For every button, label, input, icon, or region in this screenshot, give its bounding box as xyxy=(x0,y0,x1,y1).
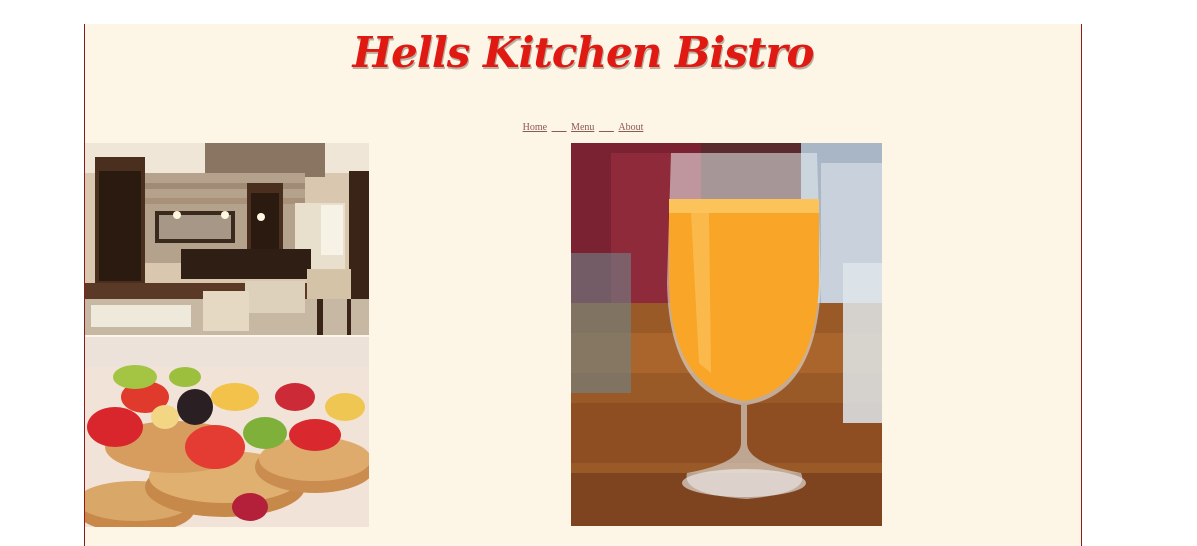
nav-link-about[interactable]: About xyxy=(618,122,643,133)
site-title: Hells Kitchen Bistro xyxy=(352,28,814,77)
restaurant-interior-image xyxy=(85,143,369,335)
nav-link-menu[interactable]: Menu xyxy=(571,122,594,133)
nav-separator xyxy=(594,122,618,133)
pancakes-fruit-image xyxy=(85,337,369,527)
main-nav: Home Menu About xyxy=(85,122,1081,133)
page-container: Hells Kitchen Bistro Home Menu About xyxy=(84,24,1082,546)
nav-separator xyxy=(547,122,571,133)
nav-link-home[interactable]: Home xyxy=(523,122,547,133)
orange-drink-image xyxy=(571,143,882,526)
